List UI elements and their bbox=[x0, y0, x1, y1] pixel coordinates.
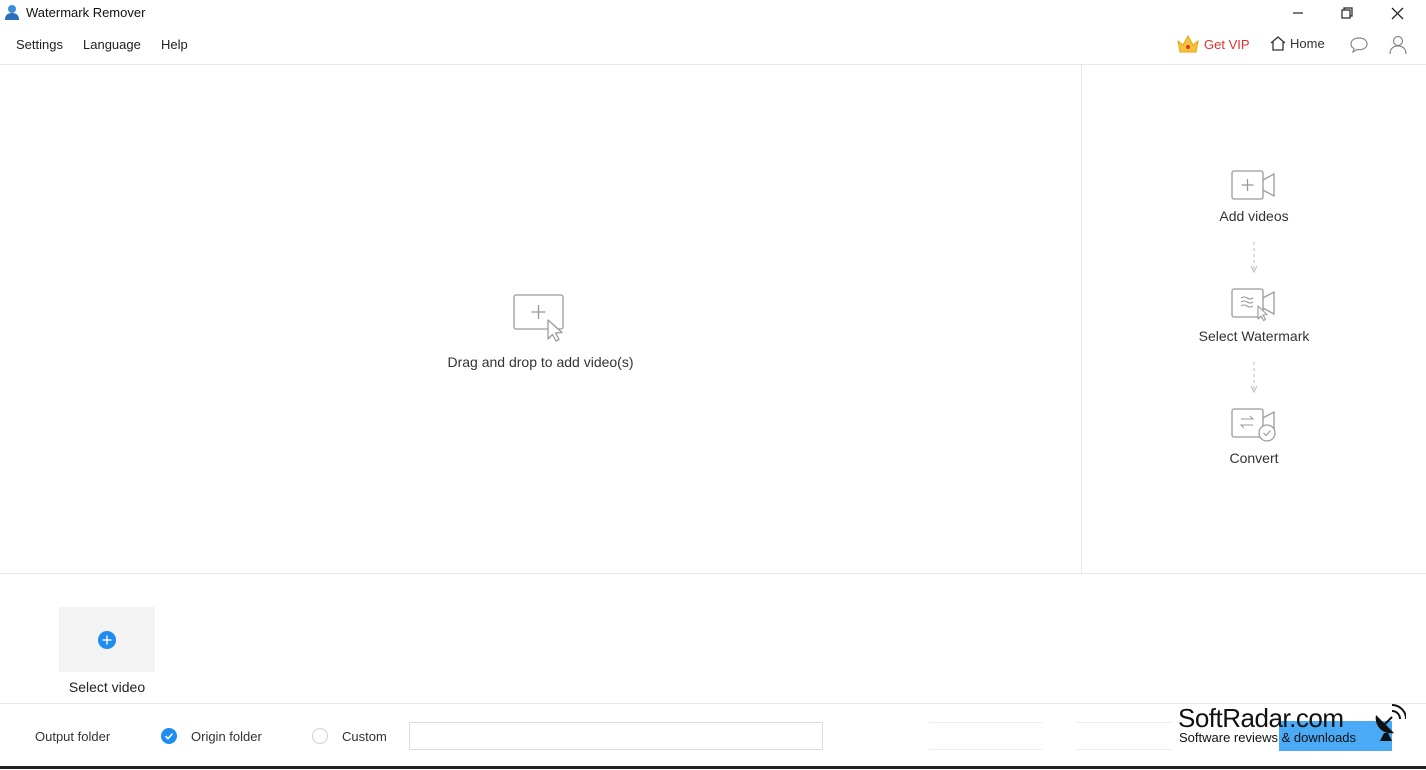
output-folder-label: Output folder bbox=[35, 729, 111, 744]
minimize-icon bbox=[1293, 12, 1303, 14]
watermark-subtitle: Software reviews & downloads bbox=[1179, 730, 1357, 745]
feedback-button[interactable] bbox=[1347, 34, 1371, 56]
app-logo-icon bbox=[5, 5, 19, 20]
menu-settings[interactable]: Settings bbox=[16, 37, 63, 52]
chat-bubble-icon bbox=[1350, 37, 1368, 54]
output-path-input[interactable] bbox=[409, 722, 823, 750]
checkmark-icon bbox=[164, 733, 174, 740]
menu-bar: Settings Language Help Get VIP Home bbox=[0, 26, 1426, 65]
down-arrow-icon bbox=[1250, 242, 1258, 274]
section-divider bbox=[0, 573, 1426, 574]
custom-folder-label[interactable]: Custom bbox=[342, 729, 387, 744]
title-bar: Watermark Remover bbox=[0, 0, 1426, 26]
minimize-button[interactable] bbox=[1274, 0, 1322, 26]
crown-icon bbox=[1177, 34, 1199, 53]
softradar-watermark: SoftRadar.com Software reviews & downloa… bbox=[1176, 703, 1416, 753]
drop-zone-label: Drag and drop to add video(s) bbox=[447, 354, 634, 370]
add-video-drop-icon bbox=[513, 294, 564, 342]
get-vip-label: Get VIP bbox=[1204, 36, 1250, 52]
origin-folder-radio[interactable] bbox=[161, 728, 177, 744]
step-label: Select Watermark bbox=[1198, 328, 1310, 344]
satellite-dish-icon bbox=[1375, 704, 1406, 741]
window-title: Watermark Remover bbox=[26, 5, 146, 20]
home-button[interactable]: Home bbox=[1269, 35, 1325, 52]
restore-icon bbox=[1341, 7, 1353, 19]
menu-help[interactable]: Help bbox=[161, 37, 188, 52]
option-field[interactable] bbox=[1075, 722, 1172, 750]
select-video-label: Select video bbox=[68, 679, 146, 695]
restore-button[interactable] bbox=[1323, 0, 1371, 26]
step-convert: Convert bbox=[1082, 406, 1426, 466]
account-button[interactable] bbox=[1386, 34, 1410, 56]
close-button[interactable] bbox=[1373, 0, 1421, 26]
select-watermark-icon bbox=[1231, 288, 1275, 322]
origin-folder-label[interactable]: Origin folder bbox=[191, 729, 262, 744]
step-label: Add videos bbox=[1219, 208, 1289, 224]
home-label: Home bbox=[1290, 36, 1325, 51]
close-icon bbox=[1391, 7, 1403, 19]
convert-icon bbox=[1231, 408, 1276, 442]
custom-folder-radio[interactable] bbox=[312, 728, 328, 744]
select-video-button[interactable] bbox=[59, 607, 155, 672]
step-add-videos: Add videos bbox=[1082, 168, 1426, 224]
step-select-watermark: Select Watermark bbox=[1082, 286, 1426, 344]
step-label: Convert bbox=[1229, 450, 1279, 466]
option-field[interactable] bbox=[929, 722, 1042, 750]
workflow-steps-panel: Add videos Select Watermark Convert bbox=[1082, 65, 1426, 573]
add-video-icon bbox=[1231, 170, 1275, 200]
add-circle-icon bbox=[98, 630, 116, 649]
user-icon bbox=[1389, 35, 1407, 55]
get-vip-button[interactable]: Get VIP bbox=[1176, 34, 1250, 54]
menu-language[interactable]: Language bbox=[83, 37, 141, 52]
home-icon bbox=[1270, 36, 1286, 51]
down-arrow-icon bbox=[1250, 362, 1258, 394]
